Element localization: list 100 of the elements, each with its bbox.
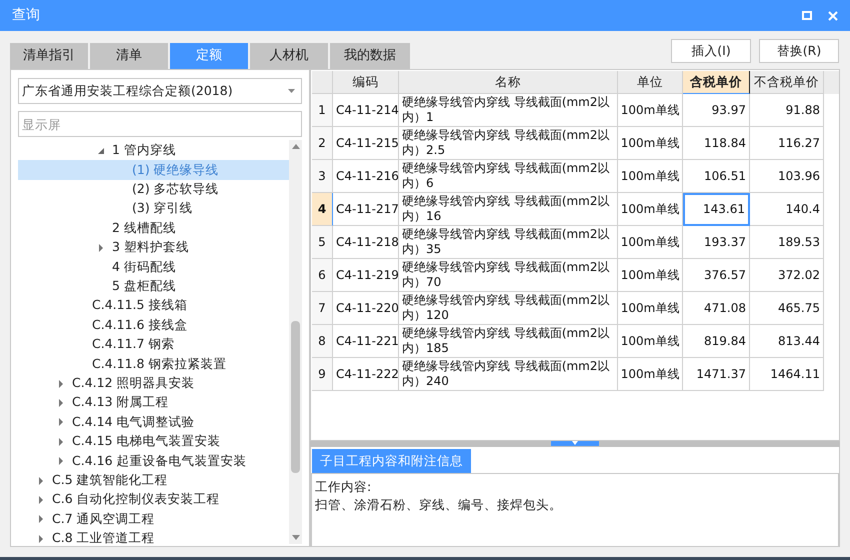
row-header[interactable]: 8 bbox=[312, 325, 333, 358]
scrollbar-thumb[interactable] bbox=[291, 321, 300, 473]
table-cell: 100m单线 bbox=[618, 94, 683, 127]
row-header[interactable]: 3 bbox=[312, 160, 333, 193]
table-cell: 813.44 bbox=[750, 325, 824, 358]
row-header[interactable]: 9 bbox=[312, 358, 333, 391]
dropdown-caret-icon[interactable] bbox=[288, 89, 295, 93]
column-header[interactable]: 不含税单价 bbox=[750, 71, 824, 94]
table-cell: 100m单线 bbox=[618, 292, 683, 325]
scroll-down-icon[interactable] bbox=[292, 535, 300, 540]
table-cell: 106.51 bbox=[683, 160, 750, 193]
collapsed-triangle-icon[interactable] bbox=[58, 380, 65, 388]
expanded-triangle-icon[interactable] bbox=[98, 147, 105, 155]
tree-item[interactable]: C.6 自动化控制仪表安装工程 bbox=[18, 490, 289, 510]
row-header[interactable]: 5 bbox=[312, 226, 333, 259]
maximize-icon[interactable] bbox=[802, 11, 812, 20]
column-header[interactable]: 名称 bbox=[399, 71, 618, 94]
row-header[interactable]: 1 bbox=[312, 94, 333, 127]
scrollbar[interactable] bbox=[289, 140, 302, 544]
tree-item[interactable]: C.4.16 起重设备电气装置安装 bbox=[18, 451, 289, 471]
tab[interactable]: 我的数据 bbox=[330, 43, 410, 69]
table-cell: 91.88 bbox=[750, 94, 824, 127]
row-header[interactable]: 7 bbox=[312, 292, 333, 325]
table-cell: 100m单线 bbox=[618, 193, 683, 226]
table-cell: 116.27 bbox=[750, 127, 824, 160]
scroll-up-icon[interactable] bbox=[292, 144, 300, 149]
table-cell: 硬绝缘导线管内穿线 导线截面(mm2以内）2.5 bbox=[399, 127, 618, 160]
table-cell: 100m单线 bbox=[618, 160, 683, 193]
tree-item[interactable]: C.4.15 电梯电气装置安装 bbox=[18, 432, 289, 452]
collapsed-triangle-icon[interactable] bbox=[58, 418, 65, 426]
table-cell: 100m单线 bbox=[618, 226, 683, 259]
close-icon[interactable] bbox=[828, 10, 838, 20]
table-cell: 硬绝缘导线管内穿线 导线截面(mm2以内）120 bbox=[399, 292, 618, 325]
tree-item[interactable]: 5 盘柜配线 bbox=[18, 276, 289, 296]
detail-text: 工作内容: bbox=[315, 478, 372, 496]
table-cell: 465.75 bbox=[750, 292, 824, 325]
table-cell: 100m单线 bbox=[618, 127, 683, 160]
row-header[interactable]: 4 bbox=[312, 193, 333, 226]
tree-item[interactable]: 3 塑料护套线 bbox=[18, 238, 289, 258]
tab[interactable]: 人材机 bbox=[250, 43, 328, 69]
tree-item[interactable]: C.4.12 照明器具安装 bbox=[18, 374, 289, 394]
collapsed-triangle-icon[interactable] bbox=[38, 496, 45, 504]
tree-item[interactable]: (3) 穿引线 bbox=[18, 199, 289, 219]
tree-item[interactable]: C.4.13 附属工程 bbox=[18, 393, 289, 412]
table-cell: 100m单线 bbox=[618, 358, 683, 391]
tab[interactable]: 清单 bbox=[90, 43, 168, 69]
table-cell: 118.84 bbox=[683, 127, 750, 160]
table-cell: C4-11-222 bbox=[333, 358, 399, 391]
collapsed-triangle-icon[interactable] bbox=[58, 457, 65, 466]
table-cell: C4-11-216 bbox=[333, 160, 399, 193]
window-title: 查询 bbox=[12, 6, 40, 25]
column-header[interactable]: 编码 bbox=[333, 71, 399, 94]
table-cell: C4-11-218 bbox=[333, 226, 399, 259]
search-field[interactable]: 显示屏 bbox=[18, 111, 302, 137]
table-cell: 93.97 bbox=[683, 94, 750, 127]
tree-item[interactable]: C.4.11.7 钢索 bbox=[18, 334, 289, 354]
table-cell: C4-11-217 bbox=[333, 193, 399, 226]
tree-item[interactable]: 2 线槽配线 bbox=[18, 218, 289, 238]
tree-item[interactable]: C.5 建筑智能化工程 bbox=[18, 470, 289, 490]
action-button[interactable]: 替换(R) bbox=[759, 39, 839, 63]
table-cell: C4-11-221 bbox=[333, 325, 399, 358]
splitter-handle[interactable] bbox=[551, 441, 599, 446]
table-cell: C4-11-215 bbox=[333, 127, 399, 160]
collapsed-triangle-icon[interactable] bbox=[38, 515, 45, 524]
table-cell: 819.84 bbox=[683, 325, 750, 358]
table-cell: 193.37 bbox=[683, 226, 750, 259]
tree-item[interactable]: C.8 工业管道工程 bbox=[18, 528, 289, 544]
tree-item[interactable]: C.4.14 电气调整试验 bbox=[18, 412, 289, 432]
table-cell: 硬绝缘导线管内穿线 导线截面(mm2以内）16 bbox=[399, 193, 618, 226]
table-cell: 189.53 bbox=[750, 226, 824, 259]
collapsed-triangle-icon[interactable] bbox=[38, 476, 45, 485]
tree-item[interactable]: C.4.11.6 接线盒 bbox=[18, 316, 289, 335]
table-cell: 100m单线 bbox=[618, 325, 683, 358]
collapse-arrow-icon[interactable] bbox=[572, 441, 578, 445]
row-header[interactable]: 6 bbox=[312, 259, 333, 292]
tree-item[interactable]: C.4.11.8 钢索拉紧装置 bbox=[18, 354, 289, 374]
detail-text: 扫管、涂滑石粉、穿线、编号、接焊包头。 bbox=[315, 496, 563, 514]
collapsed-triangle-icon[interactable] bbox=[58, 399, 65, 408]
row-header[interactable]: 2 bbox=[312, 127, 333, 160]
tree-item[interactable]: C.4.11.5 接线箱 bbox=[18, 296, 289, 316]
table-cell: 1471.37 bbox=[683, 358, 750, 391]
table-cell: 硬绝缘导线管内穿线 导线截面(mm2以内）70 bbox=[399, 259, 618, 292]
library-dropdown[interactable]: 广东省通用安装工程综合定额(2018) bbox=[18, 78, 302, 104]
collapsed-triangle-icon[interactable] bbox=[38, 534, 45, 543]
tab[interactable]: 清单指引 bbox=[10, 43, 88, 69]
table-cell: 1464.11 bbox=[750, 358, 824, 391]
tree-item[interactable]: C.7 通风空调工程 bbox=[18, 509, 289, 529]
table-cell: 103.96 bbox=[750, 160, 824, 193]
collapsed-triangle-icon[interactable] bbox=[98, 244, 105, 252]
tree-item[interactable]: 4 街码配线 bbox=[18, 257, 289, 277]
table-cell: 硬绝缘导线管内穿线 导线截面(mm2以内）1 bbox=[399, 94, 618, 127]
column-header[interactable]: 含税单价 bbox=[683, 71, 750, 94]
table-cell: 硬绝缘导线管内穿线 导线截面(mm2以内）185 bbox=[399, 325, 618, 358]
table-cell: 372.02 bbox=[750, 259, 824, 292]
table-cell: C4-11-220 bbox=[333, 292, 399, 325]
action-button[interactable]: 插入(I) bbox=[671, 39, 751, 63]
table-cell: 140.4 bbox=[750, 193, 824, 226]
tree-item[interactable]: 1 管内穿线 bbox=[18, 141, 289, 160]
tree-item[interactable]: (2) 多芯软导线 bbox=[18, 180, 289, 200]
collapsed-triangle-icon[interactable] bbox=[58, 438, 65, 446]
